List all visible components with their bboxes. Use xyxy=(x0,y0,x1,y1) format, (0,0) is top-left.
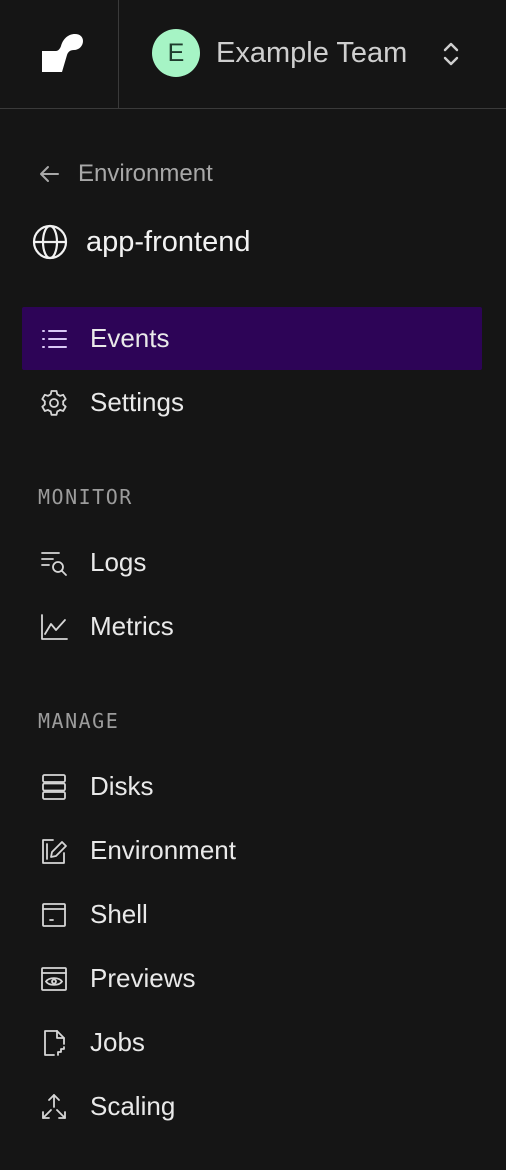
list-icon xyxy=(38,323,70,355)
team-name: Example Team xyxy=(216,36,408,69)
terminal-window-icon xyxy=(38,899,70,931)
edit-document-icon xyxy=(38,835,70,867)
nav-item-jobs[interactable]: Jobs xyxy=(22,1011,482,1074)
section-heading-monitor: MONITOR xyxy=(38,485,133,509)
nav-item-events[interactable]: Events xyxy=(22,307,482,370)
file-job-icon xyxy=(38,1027,70,1059)
nav-item-scaling[interactable]: Scaling xyxy=(22,1075,482,1138)
nav-item-disks[interactable]: Disks xyxy=(22,755,482,818)
disk-stack-icon xyxy=(38,771,70,803)
nav-item-label: Previews xyxy=(90,963,196,993)
nav-item-metrics[interactable]: Metrics xyxy=(22,595,482,658)
log-search-icon xyxy=(38,547,70,579)
nav-item-logs[interactable]: Logs xyxy=(22,531,482,594)
arrow-left-icon xyxy=(40,166,59,182)
nav-item-environment[interactable]: Environment xyxy=(22,819,482,882)
nav-item-label: Shell xyxy=(90,899,148,929)
nav-item-settings[interactable]: Settings xyxy=(22,371,482,434)
nav-item-label: Events xyxy=(90,323,170,353)
scale-arrows-icon xyxy=(38,1091,70,1123)
nav-item-label: Logs xyxy=(90,547,147,577)
nav-item-label: Scaling xyxy=(90,1091,176,1121)
team-switcher[interactable]: E Example Team xyxy=(152,29,407,77)
nav-item-label: Metrics xyxy=(90,611,174,641)
preview-eye-icon xyxy=(38,963,70,995)
nav-item-label: Jobs xyxy=(90,1027,145,1057)
team-avatar: E xyxy=(152,29,200,77)
nav-item-previews[interactable]: Previews xyxy=(22,947,482,1010)
nav-item-label: Disks xyxy=(90,771,154,801)
back-link-label: Environment xyxy=(78,160,213,187)
nav-item-label: Environment xyxy=(90,835,236,865)
globe-icon xyxy=(32,224,68,260)
line-chart-icon xyxy=(38,611,70,643)
service-title: app-frontend xyxy=(32,224,250,260)
nav-item-label: Settings xyxy=(90,387,184,417)
nav-item-shell[interactable]: Shell xyxy=(22,883,482,946)
top-bar: E Example Team xyxy=(0,0,506,109)
brand-logo-icon[interactable] xyxy=(40,33,84,73)
chevron-up-down-icon[interactable] xyxy=(440,39,462,69)
section-heading-manage: MANAGE xyxy=(38,709,120,733)
logo-cell[interactable] xyxy=(0,0,119,108)
gear-icon xyxy=(38,387,70,419)
back-link[interactable]: Environment xyxy=(38,160,213,188)
service-name: app-frontend xyxy=(86,225,251,258)
